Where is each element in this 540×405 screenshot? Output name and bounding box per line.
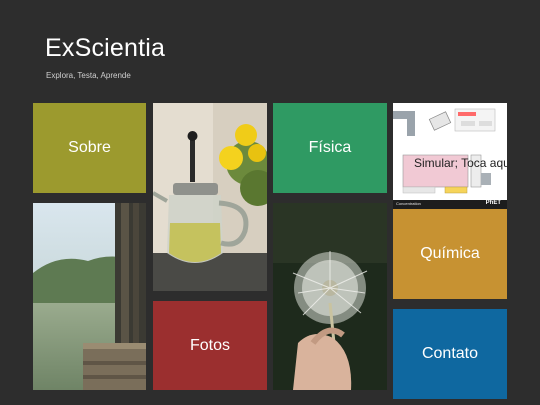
dandelion-photo bbox=[273, 203, 387, 390]
lake-photo-tile[interactable] bbox=[33, 203, 146, 390]
teapot-photo bbox=[153, 103, 267, 291]
tile-simular-label: Simular; Toca aqui bbox=[414, 156, 507, 170]
phet-logo: PhET bbox=[485, 200, 501, 206]
tile-quimica[interactable]: Química bbox=[393, 209, 507, 299]
tile-simular[interactable]: Simular; Toca aqui Concentration PhET bbox=[393, 103, 507, 209]
tile-fisica-label: Física bbox=[308, 139, 352, 156]
tile-fisica[interactable]: Física bbox=[273, 103, 387, 193]
tile-contato-label: Contato bbox=[421, 345, 479, 362]
app-title: ExScientia bbox=[45, 34, 166, 62]
tile-fotos-label: Fotos bbox=[189, 336, 230, 354]
teapot-photo-tile[interactable] bbox=[153, 103, 267, 291]
tile-sobre[interactable]: Sobre bbox=[33, 103, 146, 193]
tile-quimica-label: Química bbox=[420, 245, 480, 262]
tile-sobre-label: Sobre bbox=[68, 139, 111, 156]
sim-footer-left: Concentration bbox=[396, 201, 421, 206]
tile-contato[interactable]: Contato bbox=[393, 309, 507, 399]
dandelion-photo-tile[interactable] bbox=[273, 203, 387, 390]
tile-fotos[interactable]: Fotos bbox=[153, 301, 267, 390]
lake-photo bbox=[33, 203, 146, 390]
app-subtitle: Explora, Testa, Aprende bbox=[46, 71, 131, 80]
